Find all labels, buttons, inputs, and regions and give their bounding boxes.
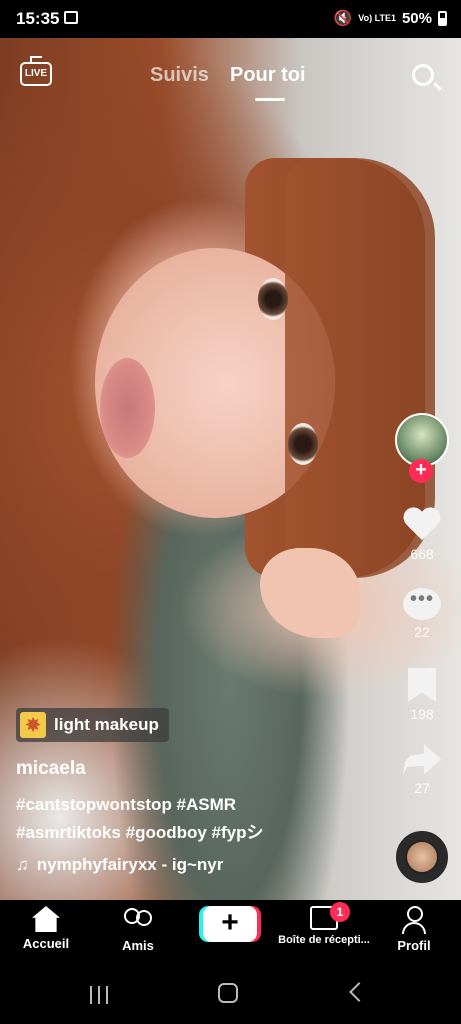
nav-home[interactable]: Accueil — [1, 906, 91, 951]
sound-name: nymphyfairyxx - ig~nyr — [36, 855, 224, 874]
mute-icon: 🔇 — [333, 10, 353, 27]
gallery-notification-icon — [64, 11, 78, 24]
share-count: 27 — [414, 780, 430, 796]
nav-friends[interactable]: Amis — [93, 906, 183, 953]
music-disc-icon[interactable] — [396, 831, 448, 883]
video-hand — [260, 548, 360, 638]
nav-profile-label: Profil — [397, 938, 431, 953]
music-note-icon: ♫ — [16, 855, 29, 874]
video-lips — [100, 358, 155, 458]
sparkle-icon: ✸ — [20, 712, 46, 738]
caption-line: #asmrtiktoks #goodboy #fypシ — [16, 823, 264, 842]
effect-label: light makeup — [54, 715, 159, 734]
share-button[interactable]: 27 — [392, 744, 452, 796]
caption[interactable]: #cantstopwontstop #ASMR #asmrtiktoks #go… — [16, 791, 346, 847]
bookmark-count: 198 — [410, 706, 434, 722]
share-icon — [403, 744, 441, 776]
nav-profile[interactable]: Profil — [369, 906, 459, 953]
video-eye — [288, 423, 318, 465]
status-bar: 15:35 🔇 Vo) LTE1 50% — [0, 0, 461, 38]
profile-icon — [401, 906, 427, 934]
video-info: ✸ light makeup micaela #cantstopwontstop… — [16, 708, 346, 875]
bookmark-button[interactable]: 198 — [392, 668, 452, 722]
recent-apps-icon[interactable] — [90, 986, 108, 1004]
caption-line: #cantstopwontstop #ASMR — [16, 795, 237, 814]
tab-following[interactable]: Suivis — [150, 64, 209, 87]
like-count: 668 — [410, 546, 434, 562]
status-time: 15:35 — [16, 9, 60, 28]
inbox-badge: 1 — [330, 902, 350, 922]
home-button-icon[interactable] — [218, 983, 238, 1003]
active-tab-indicator — [255, 98, 285, 101]
nav-friends-label: Amis — [122, 938, 154, 953]
follow-button[interactable]: + — [409, 459, 433, 483]
heart-icon — [403, 508, 441, 542]
sound-link[interactable]: ♫ nymphyfairyxx - ig~nyr — [16, 855, 246, 875]
nav-inbox[interactable]: Boîte de récepti... — [274, 906, 374, 946]
video-eye — [258, 278, 288, 320]
nav-inbox-label: Boîte de récepti... — [278, 934, 370, 946]
battery-icon — [438, 10, 447, 26]
nav-home-label: Accueil — [22, 936, 70, 951]
comment-button[interactable]: ••• 22 — [392, 588, 452, 640]
username[interactable]: micaela — [16, 758, 346, 780]
create-button[interactable]: + — [203, 906, 257, 942]
network-indicator: Vo) LTE1 — [358, 13, 396, 23]
bottom-nav: Accueil Amis + Boîte de récepti... 1 Pro… — [0, 900, 461, 972]
comment-icon: ••• — [403, 588, 441, 620]
system-nav-bar — [0, 972, 461, 1024]
back-icon[interactable] — [349, 982, 369, 1002]
battery-level: 50% — [401, 9, 432, 27]
search-icon[interactable] — [412, 64, 434, 86]
top-nav: LIVE Suivis Pour toi — [0, 38, 461, 108]
bookmark-icon — [408, 668, 436, 702]
status-icons: 🔇 Vo) LTE1 50% — [334, 9, 447, 27]
effect-tag[interactable]: ✸ light makeup — [16, 708, 169, 742]
friends-icon — [122, 906, 154, 934]
tab-for-you[interactable]: Pour toi — [230, 64, 306, 87]
comment-count: 22 — [414, 624, 430, 640]
home-icon — [32, 906, 60, 932]
like-button[interactable]: 668 — [392, 508, 452, 562]
live-icon[interactable]: LIVE — [20, 62, 52, 86]
